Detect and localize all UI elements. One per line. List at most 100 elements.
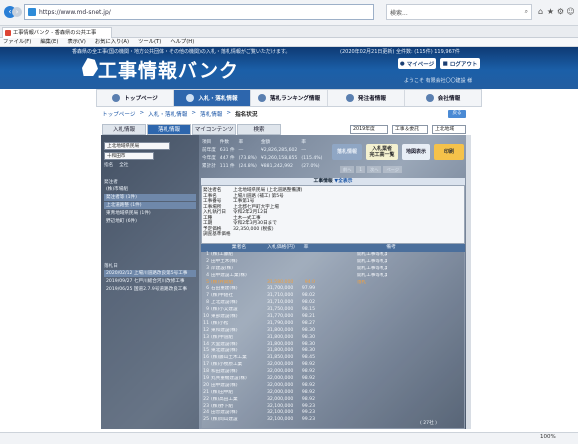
nav-bids[interactable]: 入札・落札情報	[174, 90, 251, 106]
list-item[interactable]: 上北道路整 (1件)	[104, 202, 196, 209]
table-cell	[317, 335, 387, 342]
table-row[interactable]: 21 (株)田中組 32,000,000 98.92	[201, 390, 465, 397]
col-note[interactable]: 備考	[317, 244, 465, 252]
table-cell: 98.15	[301, 307, 315, 313]
table-row[interactable]: 9 (株)小又建設 31,750,000 98.15	[201, 307, 465, 314]
zoom-level[interactable]: 100%	[540, 434, 556, 440]
table-row[interactable]: 17 (株)小牧原工業 32,000,000 98.92	[201, 362, 465, 369]
forward-button[interactable]: ›	[12, 7, 22, 17]
table-row[interactable]: 1 (株)工藤組 開札工事等札業	[201, 252, 465, 259]
nav-orderer[interactable]: 発注者情報	[328, 90, 405, 106]
address-bar[interactable]: https://www.md-snet.jp/	[24, 4, 374, 20]
nav-company[interactable]: 会社情報	[405, 90, 481, 106]
table-row[interactable]: 5 (株)井関組 31,580,000 94.0 落札	[201, 280, 465, 287]
table-row[interactable]: 24 田舎建設(株) 32,100,000 99.23	[201, 410, 465, 417]
home-icon[interactable]: ⌂	[536, 7, 545, 17]
info-title: 工事情報 ▼全表示	[201, 178, 465, 186]
pager-next[interactable]: 次へ	[367, 165, 382, 173]
mode-radio[interactable]: 指名 全社	[104, 162, 128, 168]
table-cell: 落札	[357, 279, 367, 285]
print-button[interactable]: 印刷	[434, 144, 464, 160]
tab-my-content[interactable]: マイコンテンツ	[192, 124, 236, 135]
list-item[interactable]: 東青地域県民局 (1件)	[104, 210, 196, 217]
browser-search-input[interactable]: 検索... ⌕	[386, 4, 532, 20]
table-row[interactable]: 11 (株)小松 31,790,000 98.27	[201, 321, 465, 328]
menu-help[interactable]: ヘルプ(H)	[170, 38, 194, 46]
radio-designated[interactable]: 指名	[104, 162, 113, 168]
smiley-icon[interactable]: ☺	[566, 7, 575, 17]
pager-prev[interactable]: 前へ	[340, 165, 355, 173]
table-row[interactable]: 7 (株)中組社 31,710,000 98.02	[201, 293, 465, 300]
nav-ranking[interactable]: 落札ランキング情報	[251, 90, 328, 106]
table-cell: 石田重建(株)	[211, 286, 238, 292]
map-button[interactable]: 地図表示	[402, 144, 430, 160]
table-cell: 4	[206, 272, 209, 278]
menu-view[interactable]: 表示(V)	[67, 38, 85, 46]
table-cell	[295, 259, 317, 266]
city-select[interactable]: 十和田市	[104, 152, 154, 160]
table-row[interactable]: 13 (株)中道組 31,800,000 98.30	[201, 335, 465, 342]
table-row[interactable]: 18 和田建設(株) 32,000,000 98.92	[201, 369, 465, 376]
menu-edit[interactable]: 編集(E)	[40, 38, 58, 46]
table-cell: 岸建設(株)	[211, 265, 233, 271]
menu-tools[interactable]: ツール(T)	[138, 38, 161, 46]
menu-file[interactable]: ファイル(F)	[3, 38, 31, 46]
crumb-bids[interactable]: 入札・落札情報	[148, 110, 187, 118]
pager-page[interactable]: 1	[356, 165, 366, 173]
back-link[interactable]: 戻る	[448, 110, 466, 118]
table-row[interactable]: 14 大里建設(株) 31,800,000 98.30	[201, 342, 465, 349]
award-info-button[interactable]: 落札情報	[332, 144, 362, 160]
table-cell: 99.23	[301, 417, 315, 423]
welcome-text: ようこそ 有限会社〇〇建設 様	[404, 78, 473, 84]
table-row[interactable]: 23 (株)野下組 32,100,000 99.23	[201, 404, 465, 411]
list-item[interactable]: 野辺地町 (6件)	[104, 218, 196, 225]
col-rate[interactable]: 率	[295, 244, 317, 252]
list-item[interactable]: 2019/09/27 七戸川総合河川改修工事	[104, 278, 196, 285]
vertical-scrollbar[interactable]	[466, 135, 471, 429]
category-select[interactable]: 工事＆委託	[392, 125, 428, 134]
crumb-top[interactable]: トップページ	[102, 110, 135, 118]
crumb-awards[interactable]: 落札情報	[200, 110, 222, 118]
table-row[interactable]: 19 丸共重機建設(株) 32,000,000 98.92	[201, 376, 465, 383]
col-company[interactable]: 業者名	[211, 244, 267, 252]
star-icon[interactable]: ★	[546, 7, 555, 17]
tab-title: 工事情報バンク - 香森県の公共工事	[13, 30, 97, 36]
table-cell: 18	[203, 369, 209, 375]
table-cell	[267, 252, 295, 259]
radio-all[interactable]: 全社	[119, 162, 128, 168]
list-item[interactable]: 2020/02/12 上場川道路改良第5号工事	[104, 270, 196, 277]
bidder-list-button[interactable]: 入札業者 完工高一覧	[366, 144, 398, 160]
gear-icon[interactable]: ⚙	[556, 7, 565, 17]
mypage-button[interactable]: ● マイページ	[398, 58, 436, 69]
table-cell: 9	[206, 307, 209, 313]
tab-search[interactable]: 検索	[237, 124, 281, 135]
year-select[interactable]: 2019年度	[350, 125, 388, 134]
nav-top[interactable]: トップページ	[97, 90, 174, 106]
table-cell: 32,000,000	[267, 369, 294, 375]
table-row[interactable]: 12 東和建設(株) 31,800,000 98.30	[201, 328, 465, 335]
tab-award-info[interactable]: 落札情報	[147, 124, 191, 135]
tab-bid-info[interactable]: 入札情報	[102, 124, 146, 135]
table-row[interactable]: 10 東部建設(株) 31,770,000 98.21	[201, 314, 465, 321]
site-logo[interactable]: 工事情報バンク	[98, 56, 239, 83]
table-cell: 2	[206, 258, 209, 264]
table-row[interactable]: 6 石田重建(株) 31,700,000 97.99	[201, 286, 465, 293]
col-price[interactable]: 入札価格(円)	[267, 244, 295, 252]
menu-favorites[interactable]: お気に入り(A)	[95, 38, 129, 46]
table-row[interactable]: 8 上北建設(株) 31,710,000 98.02	[201, 300, 465, 307]
table-row[interactable]: 4 田中建設工業(株) 開札工事等札業	[201, 273, 465, 280]
table-row[interactable]: 22 (株)高田工業 32,000,000 98.92	[201, 397, 465, 404]
list-item[interactable]: 2019/06/25 国道2.7.9号道路改良工事	[104, 286, 196, 293]
table-row[interactable]: 2 田中土木(株) 開札工事等札業	[201, 259, 465, 266]
area-select[interactable]: 上北地域	[432, 125, 466, 134]
table-row[interactable]: 3 岸建設(株) 開札工事等札業	[201, 266, 465, 273]
district-select[interactable]: 上北地域県民局	[104, 142, 170, 150]
table-row[interactable]: 20 田中建設(株) 32,000,000 98.92	[201, 383, 465, 390]
table-row[interactable]: 16 (株)藤山土木工業 31,850,000 98.45	[201, 355, 465, 362]
table-row[interactable]: 15 東北建設(株) 31,800,000 98.30	[201, 348, 465, 355]
browser-tab[interactable]: 工事情報バンク - 香森県の公共工事	[2, 27, 112, 38]
expand-all-link[interactable]: ▼全表示	[334, 179, 352, 184]
logout-button[interactable]: ■ ログアウト	[440, 58, 480, 69]
list-item[interactable]: 発注者等 (1件)	[104, 194, 196, 201]
list-item[interactable]: (株)市場組	[104, 186, 196, 193]
